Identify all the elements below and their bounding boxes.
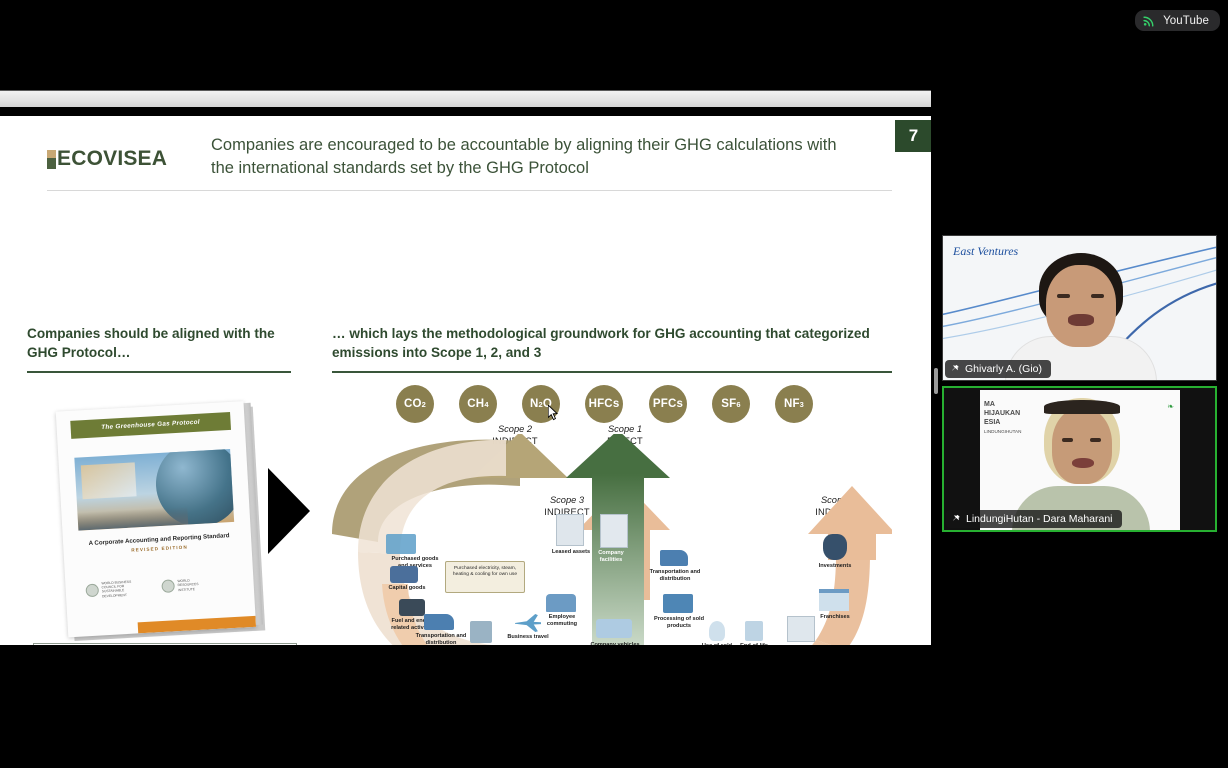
slide-bottom-letterbox: [0, 645, 931, 675]
brand-line-3: ESIA: [984, 419, 1001, 426]
header-divider: [47, 190, 892, 191]
building-icon-downstream: [787, 616, 815, 642]
gas-circle-pfcs: PFCs: [649, 385, 687, 423]
processing-factory-icon: [663, 594, 693, 613]
right-column-heading: … which lays the methodological groundwo…: [332, 326, 870, 360]
avatar-eye-left: [1057, 294, 1070, 298]
pin-icon: [952, 364, 959, 370]
item-label-transport-downstream: Transportation and distribution: [649, 569, 701, 582]
item-label-business-travel: Business travel: [507, 634, 549, 640]
brand-line-1: MA: [984, 401, 995, 408]
arrow-pointer-triangle: [268, 468, 310, 554]
gas-circle-hfcs: HFCs: [585, 385, 623, 423]
panel-resize-handle[interactable]: [934, 368, 938, 394]
truck-icon: [390, 566, 418, 583]
gas-circle-sf6: SF 6: [712, 385, 750, 423]
book-skyline: [77, 506, 189, 531]
avatar-head: [1046, 265, 1116, 347]
lindungihutan-brand-text: MA HIJAUKAN ESIA LINDUNGIHUTAN: [984, 400, 1021, 436]
avatar-eye-right-2: [1090, 438, 1101, 442]
leaf-mark-icon: [47, 149, 56, 169]
bus-icon: [546, 594, 576, 612]
brand-line-2: HIJAUKAN: [984, 410, 1021, 417]
wri-label: WORLD RESOURCES INSTITUTE: [177, 578, 199, 592]
pin-icon-2: [953, 514, 960, 520]
scope2-callout-text: Purchased electricity, steam, heating & …: [452, 566, 518, 578]
window-gap: [0, 107, 931, 116]
waste-bin-icon: [470, 621, 492, 643]
ship-icon: [424, 614, 454, 630]
wbcsd-logo: WORLD BUSINESS COUNCIL FOR SUSTAINABLE D…: [85, 580, 136, 600]
screen: YouTube ECOVISEA Companies are encourage…: [0, 0, 1228, 768]
avatar-eye-left-2: [1062, 438, 1073, 442]
book-org-logos: WORLD BUSINESS COUNCIL FOR SUSTAINABLE D…: [85, 574, 236, 599]
book-cover: The Greenhouse Gas Protocol A Corporate …: [55, 401, 257, 638]
avatar-eye-right: [1091, 294, 1104, 298]
ship-icon-downstream: [660, 550, 688, 566]
wri-mark-icon: [161, 579, 175, 593]
ecovisea-logo: ECOVISEA: [47, 147, 167, 171]
scope3-downstream-arrow-head: [808, 486, 892, 534]
scope2-callout-box: Purchased electricity, steam, heating & …: [445, 561, 525, 593]
mouse-cursor: [548, 405, 559, 421]
company-building-icon: [600, 514, 628, 548]
left-column-heading: Companies should be aligned with the GHG…: [27, 326, 275, 360]
item-label-franchises: Franchises: [820, 614, 850, 620]
lindungihutan-leaf-icon: ❧: [1167, 402, 1174, 411]
book-band: The Greenhouse Gas Protocol: [70, 411, 232, 439]
factory-icon: [386, 534, 416, 554]
avatar-headband: [1044, 400, 1120, 414]
wri-logo: WORLD RESOURCES INSTITUTE: [161, 575, 212, 595]
book-band-text: The Greenhouse Gas Protocol: [101, 418, 201, 432]
avatar-mouth-2: [1072, 458, 1094, 468]
gas-circle-co2: CO 2: [396, 385, 434, 423]
participant-name-badge: Ghivarly A. (Gio): [945, 360, 1052, 378]
slide-title: Companies are encouraged to be accountab…: [211, 136, 837, 177]
slide-header: ECOVISEA Companies are encouraged to be …: [0, 116, 931, 191]
youtube-cast-badge[interactable]: YouTube: [1135, 10, 1220, 31]
brand-line-4: LINDUNGIHUTAN: [984, 429, 1022, 434]
video-tile-dara[interactable]: MA HIJAUKAN ESIA LINDUNGIHUTAN ❧ Lindung…: [942, 386, 1217, 532]
company-vehicle-icon: [596, 619, 632, 638]
top-bar: YouTube: [0, 0, 1228, 44]
item-label-processing: Processing of sold products: [653, 616, 705, 629]
east-ventures-logo: East Ventures: [953, 244, 1019, 258]
lightbulb-icon: [709, 621, 725, 641]
item-label-employee-commuting: Employee commuting: [546, 614, 578, 627]
item-label-company-facilities: Company facilities: [598, 550, 624, 563]
money-bag-icon: [823, 534, 847, 560]
participant-name-2: LindungiHutan - Dara Maharani: [966, 513, 1113, 525]
slide-page-number: 7: [895, 120, 931, 152]
item-label-investments: Investments: [818, 563, 852, 569]
participant-name: Ghivarly A. (Gio): [965, 363, 1043, 375]
coal-icon: [399, 599, 425, 616]
recycle-bin-icon: [745, 621, 763, 641]
ghg-protocol-book-image: The Greenhouse Gas Protocol A Corporate …: [55, 401, 266, 642]
avatar-mouth: [1068, 314, 1094, 326]
shared-window-titlebar: [0, 90, 931, 107]
gas-circle-nf3: NF 3: [775, 385, 813, 423]
book-sunburst: [80, 462, 137, 500]
participant-name-badge-2: LindungiHutan - Dara Maharani: [946, 510, 1122, 528]
item-label-transport-upstream: Transportation and distribution: [415, 633, 467, 645]
storefront-icon: [819, 589, 849, 611]
gas-circle-ch4: CH 4: [459, 385, 497, 423]
building-icon-upstream: [556, 514, 584, 546]
scope1-arrow-head: [566, 434, 670, 478]
youtube-label: YouTube: [1163, 14, 1209, 27]
shared-slide[interactable]: ECOVISEA Companies are encouraged to be …: [0, 116, 931, 645]
book-cover-artwork: [74, 449, 235, 531]
logo-text: ECOVISEA: [57, 147, 168, 170]
left-heading-rule: [27, 371, 291, 373]
video-inner-frame: MA HIJAUKAN ESIA LINDUNGIHUTAN ❧: [980, 390, 1180, 530]
wbcsd-label: WORLD BUSINESS COUNCIL FOR SUSTAINABLE D…: [101, 579, 132, 598]
cast-stream-icon: [1143, 16, 1154, 27]
wbcsd-mark-icon: [85, 583, 100, 598]
avatar-head-2: [1052, 408, 1112, 484]
item-label-capital-goods: Capital goods: [388, 585, 426, 591]
right-heading-rule: [332, 371, 892, 373]
video-tile-ghivarly[interactable]: East Ventures Ghivarly A. (Gio): [942, 235, 1217, 381]
ghg-gas-circles: CO 2 CH 4 N2O HFCs PFCs SF 6 NF 3: [396, 385, 816, 425]
